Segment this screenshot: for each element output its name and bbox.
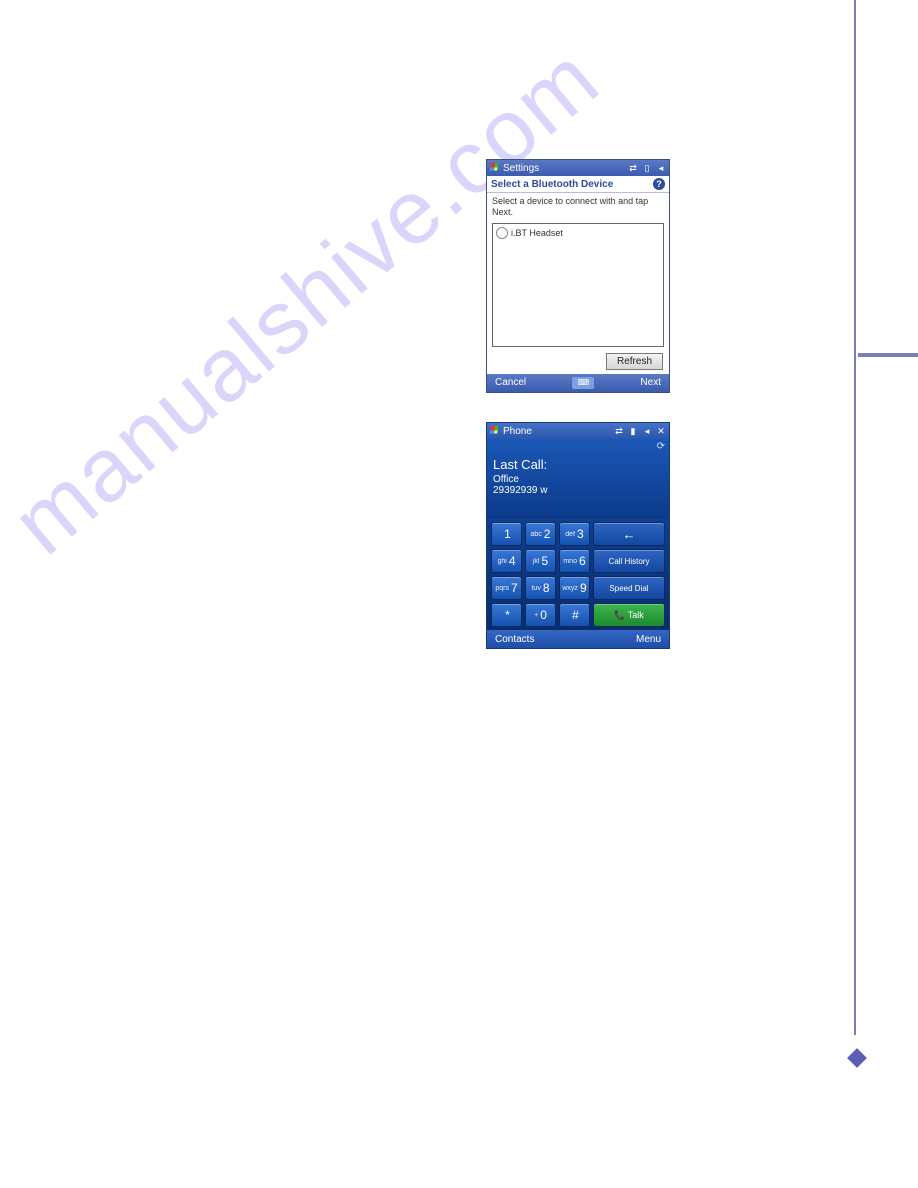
key-4[interactable]: ghi4 — [491, 549, 522, 573]
title-text: Phone — [503, 426, 532, 437]
key-7[interactable]: pqrs7 — [491, 576, 522, 600]
page-rule-right — [854, 0, 856, 1035]
key-2[interactable]: abc2 — [525, 522, 556, 546]
key-hash[interactable]: # — [559, 603, 590, 627]
headset-icon — [496, 227, 508, 239]
device-name: i.BT Headset — [511, 228, 563, 238]
start-icon[interactable] — [489, 162, 501, 174]
refresh-row: Refresh — [487, 353, 669, 374]
panel-heading-text: Select a Bluetooth Device — [491, 179, 613, 190]
cancel-button[interactable]: Cancel — [495, 377, 526, 388]
next-button[interactable]: Next — [640, 377, 661, 388]
title-bar: Settings ⇄ ▯ ◂ — [487, 160, 669, 176]
bluetooth-settings-screen: Settings ⇄ ▯ ◂ Select a Bluetooth Device… — [486, 159, 670, 393]
close-icon[interactable]: ✕ — [655, 426, 667, 437]
connectivity-icon[interactable]: ⇄ — [613, 426, 625, 437]
volume-icon[interactable]: ◂ — [641, 426, 653, 437]
page-marker-diamond — [847, 1048, 867, 1068]
key-8[interactable]: tuv8 — [525, 576, 556, 600]
call-display: ⟳ Last Call: Office 29392939 w — [487, 439, 669, 519]
soft-key-bar: Contacts Menu — [487, 630, 669, 648]
connectivity-icon[interactable]: ⇄ — [627, 163, 639, 174]
key-0[interactable]: +0 — [525, 603, 556, 627]
title-text: Settings — [503, 163, 539, 174]
soft-key-bar: Cancel ⌨ Next — [487, 374, 669, 392]
call-history-button[interactable]: Call History — [593, 549, 665, 573]
volume-icon[interactable]: ◂ — [655, 163, 667, 174]
start-icon[interactable] — [489, 425, 501, 437]
signal-icon[interactable]: ▮ — [627, 426, 639, 437]
key-backspace[interactable]: ← — [593, 522, 665, 546]
instruction-text: Select a device to connect with and tap … — [487, 193, 669, 221]
sip-button[interactable]: ⌨ — [572, 377, 594, 389]
status-icon: ⟳ — [657, 441, 665, 452]
page-rule-stub — [858, 353, 918, 357]
key-6[interactable]: mno6 — [559, 549, 590, 573]
last-call-label: Last Call: — [493, 443, 663, 474]
panel-heading: Select a Bluetooth Device ? — [487, 176, 669, 193]
device-list-item[interactable]: i.BT Headset — [496, 227, 660, 239]
watermark-text: manualshive.com — [0, 103, 918, 1038]
device-list[interactable]: i.BT Headset — [492, 223, 664, 347]
phone-dialer-screen: Phone ⇄ ▮ ◂ ✕ ⟳ Last Call: Office 293929… — [486, 422, 670, 649]
refresh-button[interactable]: Refresh — [606, 353, 663, 370]
key-5[interactable]: jkl5 — [525, 549, 556, 573]
contacts-button[interactable]: Contacts — [495, 634, 534, 645]
menu-button[interactable]: Menu — [636, 634, 661, 645]
help-icon[interactable]: ? — [653, 178, 665, 190]
battery-icon[interactable]: ▯ — [641, 163, 653, 174]
last-call-number: 29392939 w — [493, 485, 663, 496]
key-star[interactable]: * — [491, 603, 522, 627]
speed-dial-button[interactable]: Speed Dial — [593, 576, 665, 600]
dial-keypad: 1 abc2 def3 ← ghi4 jkl5 mno6 Call Histor… — [487, 519, 669, 630]
talk-button[interactable]: 📞 Talk — [593, 603, 665, 627]
key-3[interactable]: def3 — [559, 522, 590, 546]
last-call-name: Office — [493, 474, 663, 485]
key-1[interactable]: 1 — [491, 522, 522, 546]
key-9[interactable]: wxyz9 — [559, 576, 590, 600]
title-bar: Phone ⇄ ▮ ◂ ✕ — [487, 423, 669, 439]
